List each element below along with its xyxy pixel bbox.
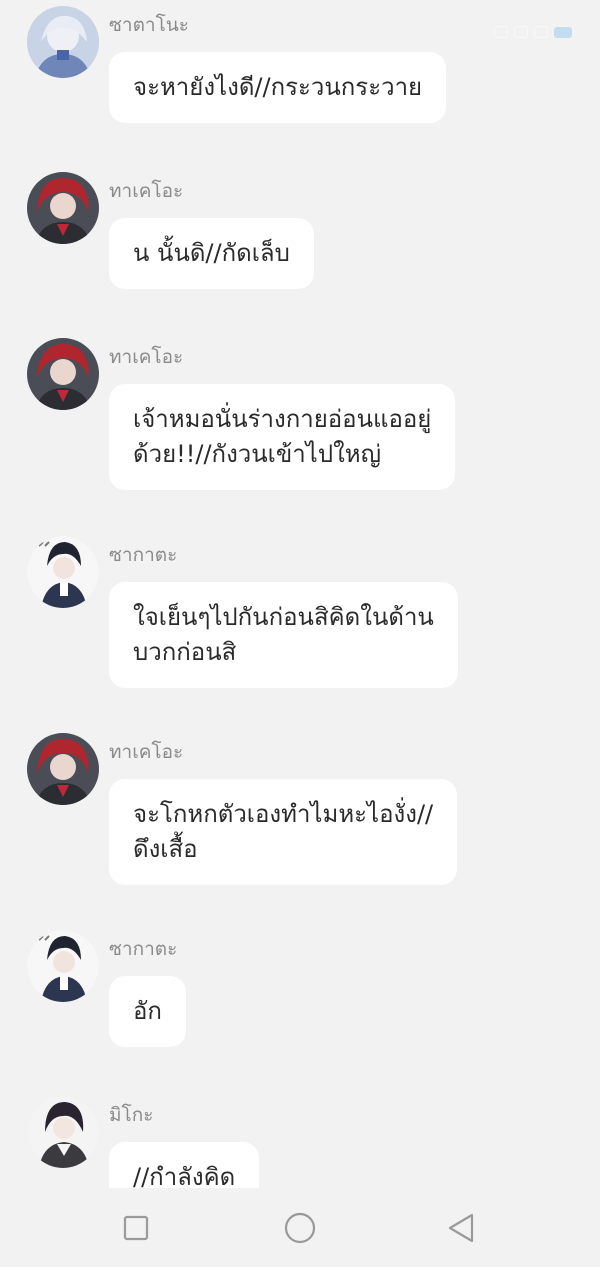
avatar-takeo[interactable] bbox=[27, 172, 99, 244]
avatar-miko[interactable] bbox=[27, 1096, 99, 1168]
avatar-takeo[interactable] bbox=[27, 338, 99, 410]
recent-apps-square-icon[interactable] bbox=[118, 1210, 154, 1246]
battery-icon bbox=[554, 26, 572, 38]
message-bubble[interactable]: เจ้าหมอนั่นร่างกายอ่อนแออยู่ ด้วย!!//กัง… bbox=[109, 384, 456, 490]
system-navigation-bar bbox=[0, 1188, 600, 1267]
sender-name: มิโกะ bbox=[109, 1104, 154, 1126]
sender-name: ซาตาโนะ bbox=[109, 14, 189, 36]
avatar-takeo[interactable] bbox=[27, 733, 99, 805]
sender-name: ทาเคโอะ bbox=[109, 741, 184, 763]
message-bubble[interactable]: จะหายังไงดี//กระวนกระวาย bbox=[109, 52, 447, 123]
avatar-satano[interactable] bbox=[27, 6, 99, 78]
sender-name: ทาเคโอะ bbox=[109, 180, 184, 202]
message-bubble[interactable]: อัก bbox=[109, 976, 186, 1047]
message-bubble[interactable]: น นั้นดิ//กัดเล็บ bbox=[109, 218, 314, 289]
back-triangle-icon[interactable] bbox=[444, 1210, 480, 1246]
sender-name: ซากาตะ bbox=[109, 938, 178, 960]
message-bubble[interactable]: ใจเย็นๆไปกันก่อนสิคิดในด้าน บวกก่อนสิ bbox=[109, 582, 458, 688]
message-bubble[interactable]: จะโกหกตัวเองทำไมหะไองั่ง// ดึงเสื้อ bbox=[109, 779, 458, 885]
avatar-sakata[interactable] bbox=[27, 536, 99, 608]
notification-icon bbox=[514, 26, 528, 38]
wifi-icon bbox=[534, 26, 548, 38]
chat-message-list[interactable]: ซาตาโนะ จะหายังไงดี//กระวนกระวาย ทาเคโอะ… bbox=[0, 0, 600, 1188]
notification-icon bbox=[494, 26, 508, 38]
chat-screen: ซาตาโนะ จะหายังไงดี//กระวนกระวาย ทาเคโอะ… bbox=[0, 0, 600, 1267]
message-bubble[interactable]: //กำลังคิด bbox=[109, 1142, 260, 1188]
home-circle-icon[interactable] bbox=[282, 1210, 318, 1246]
avatar-sakata[interactable] bbox=[27, 930, 99, 1002]
sender-name: ทาเคโอะ bbox=[109, 346, 184, 368]
status-bar-icons bbox=[494, 20, 572, 44]
sender-name: ซากาตะ bbox=[109, 544, 178, 566]
